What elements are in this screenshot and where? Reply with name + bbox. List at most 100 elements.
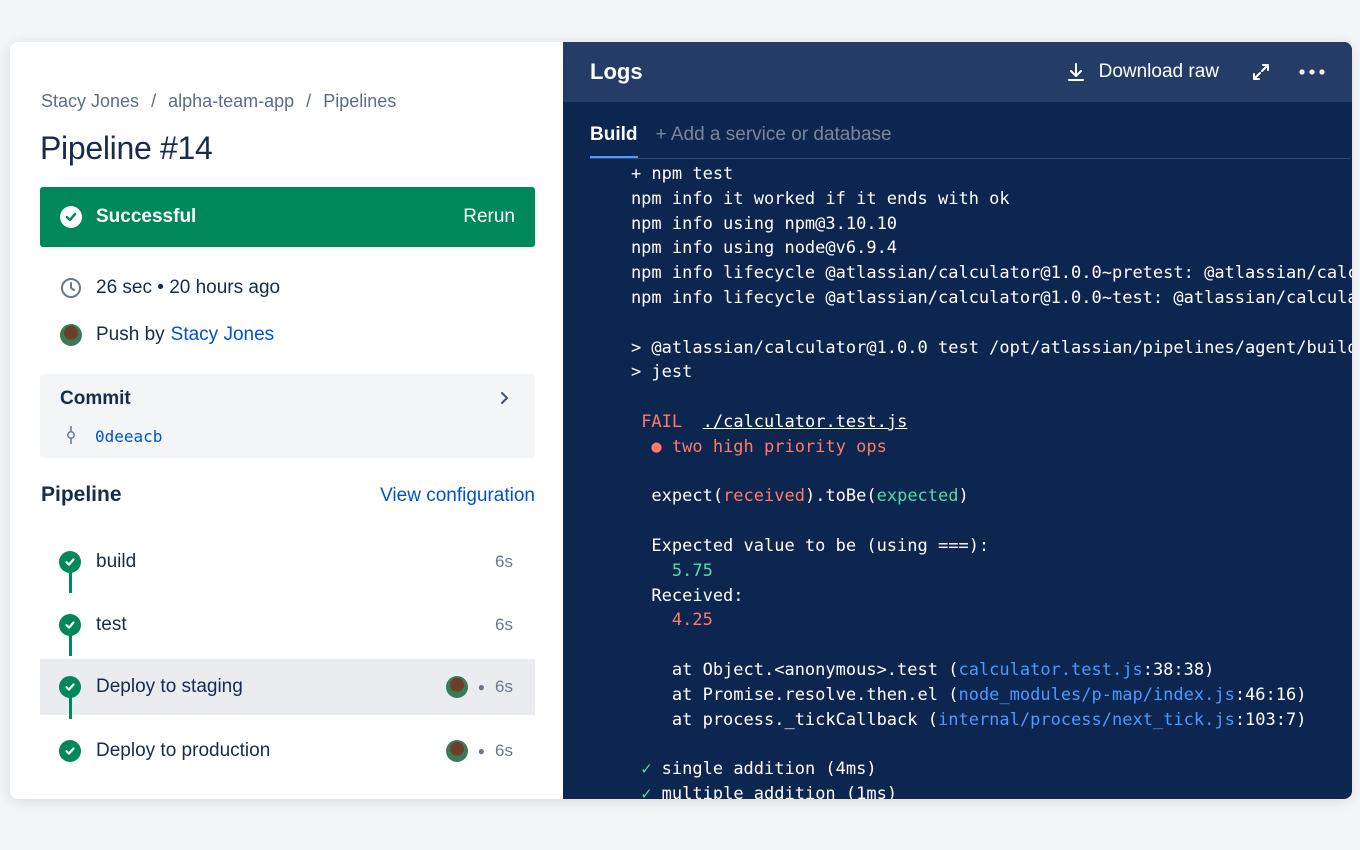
logs-panel: Logs Download raw Build + Add a service …: [563, 42, 1352, 799]
log-text: npm info lifecycle @atlassian/calculator…: [630, 263, 1352, 284]
log-text: single addition (4ms): [651, 759, 877, 780]
log-line: npm info using npm@3.10.10: [563, 212, 1352, 237]
log-text: Expected value to be (using ===):: [590, 535, 990, 556]
commit-card[interactable]: Commit 0deeacb: [40, 374, 535, 458]
log-text: + npm test: [590, 164, 734, 184]
log-line: at process._tickCallback (internal/proce…: [563, 708, 1352, 733]
expand-icon[interactable]: [1251, 62, 1271, 82]
log-file-link[interactable]: node_modules/p-map/index.js: [958, 685, 1234, 705]
log-text: 5.75: [671, 560, 713, 581]
log-line: npm info it worked if it ends with ok: [563, 187, 1352, 212]
tab-build[interactable]: Build: [590, 124, 638, 159]
pipeline-step-deploy-staging[interactable]: Deploy to staging ● 6s: [40, 659, 535, 715]
log-text: ● two high priority ops: [651, 436, 887, 457]
rerun-button[interactable]: Rerun: [463, 206, 515, 228]
trigger-row: Push by Stacy Jones: [60, 324, 274, 346]
log-line: Received:: [563, 584, 1352, 609]
log-file-link[interactable]: calculator.test.js: [958, 660, 1142, 680]
log-text: ✓: [641, 759, 652, 780]
log-line: Expected value to be (using ===):: [563, 534, 1352, 559]
trigger-prefix: Push by: [96, 324, 165, 345]
step-name: test: [96, 613, 127, 635]
log-text: :46:16): [1234, 684, 1307, 705]
bullet-separator: ●: [477, 680, 486, 694]
log-output: + npm test npm info it worked if it ends…: [563, 162, 1352, 799]
download-icon: [1067, 63, 1084, 81]
download-raw-label: Download raw: [1098, 61, 1219, 82]
duration-row: 26 sec • 20 hours ago: [60, 277, 280, 299]
step-duration: 6s: [495, 740, 513, 760]
breadcrumb-separator: /: [306, 91, 312, 111]
logs-tabs: Build + Add a service or database: [590, 124, 892, 159]
bullet-separator: ●: [477, 743, 486, 758]
step-duration: 6s: [495, 614, 513, 634]
check-circle-icon: [60, 206, 82, 228]
step-duration: 6s: [495, 677, 513, 696]
log-text: npm info using npm@3.10.10: [590, 213, 898, 234]
check-circle-icon: [59, 739, 81, 762]
breadcrumb-repo[interactable]: alpha-team-app: [168, 91, 294, 112]
log-text: ): [958, 486, 969, 507]
page-title: Pipeline #14: [40, 130, 213, 166]
breadcrumb-user[interactable]: Stacy Jones: [41, 91, 139, 112]
commit-hash-link[interactable]: 0deeacb: [95, 427, 162, 446]
pipeline-step-deploy-production[interactable]: Deploy to production ● 6s: [40, 719, 535, 782]
view-configuration-link[interactable]: View configuration: [380, 485, 535, 507]
breadcrumb: Stacy Jones / alpha-team-app / Pipelines: [41, 91, 396, 112]
avatar: [445, 739, 468, 762]
more-icon[interactable]: [1299, 68, 1325, 76]
check-circle-icon: [59, 550, 81, 573]
logs-title: Logs: [590, 59, 643, 84]
log-text: > jest: [590, 362, 693, 383]
status-label: Successful: [96, 206, 197, 227]
breadcrumb-pipelines[interactable]: Pipelines: [323, 91, 396, 112]
log-line: FAIL ./calculator.test.js: [563, 410, 1352, 435]
log-text: 4.25: [671, 610, 713, 631]
pipeline-step-test[interactable]: test 6s: [40, 593, 535, 656]
log-file-link[interactable]: internal/process/next_tick.js: [938, 710, 1235, 730]
log-line: at Promise.resolve.then.el (node_modules…: [563, 683, 1352, 708]
log-text: > @atlassian/calculator@1.0.0 test /opt/…: [590, 337, 1352, 358]
log-text: :103:7): [1234, 709, 1307, 730]
log-line: npm info lifecycle @atlassian/calculator…: [563, 286, 1352, 311]
pipeline-card: Stacy Jones / alpha-team-app / Pipelines…: [10, 42, 1352, 799]
log-text: at process._tickCallback (: [590, 709, 938, 730]
step-connector: [69, 570, 72, 593]
log-text: at Promise.resolve.then.el (: [590, 684, 959, 705]
log-line: ● two high priority ops: [563, 435, 1352, 460]
step-connector: [69, 696, 72, 719]
pipeline-step-build[interactable]: build 6s: [40, 530, 535, 593]
log-text: expect(: [590, 486, 724, 507]
download-raw-button[interactable]: Download raw: [1067, 61, 1219, 83]
commit-title: Commit: [60, 388, 131, 409]
status-banner: Successful Rerun: [40, 187, 535, 247]
log-line: expect(received).toBe(expected): [563, 484, 1352, 509]
log-line: npm info lifecycle @atlassian/calculator…: [563, 261, 1352, 286]
log-text: received: [723, 486, 805, 507]
log-text: npm info using node@v6.9.4: [590, 238, 898, 259]
log-line: > @atlassian/calculator@1.0.0 test /opt/…: [563, 336, 1352, 361]
avatar: [445, 676, 468, 698]
chevron-right-icon[interactable]: [499, 389, 509, 410]
log-line: + npm test: [563, 162, 1352, 187]
trigger-user-link[interactable]: Stacy Jones: [171, 324, 275, 346]
log-line: > jest: [563, 360, 1352, 385]
log-line: ✓ single addition (4ms): [563, 757, 1352, 782]
log-text: npm info it worked if it ends with ok: [590, 188, 1010, 209]
pipeline-summary-panel: Stacy Jones / alpha-team-app / Pipelines…: [10, 42, 563, 799]
log-text: at Object.<anonymous>.test (: [590, 659, 959, 680]
clock-icon: [61, 278, 81, 298]
add-service-link[interactable]: + Add a service or database: [656, 124, 892, 146]
duration-text: 26 sec • 20 hours ago: [96, 277, 281, 298]
log-file-link[interactable]: ./calculator.test.js: [703, 412, 908, 432]
pipeline-steps: build 6s test 6s Deploy to staging ● 6s …: [40, 530, 535, 782]
log-text: FAIL: [641, 411, 683, 432]
log-text: :38:38): [1142, 659, 1215, 680]
